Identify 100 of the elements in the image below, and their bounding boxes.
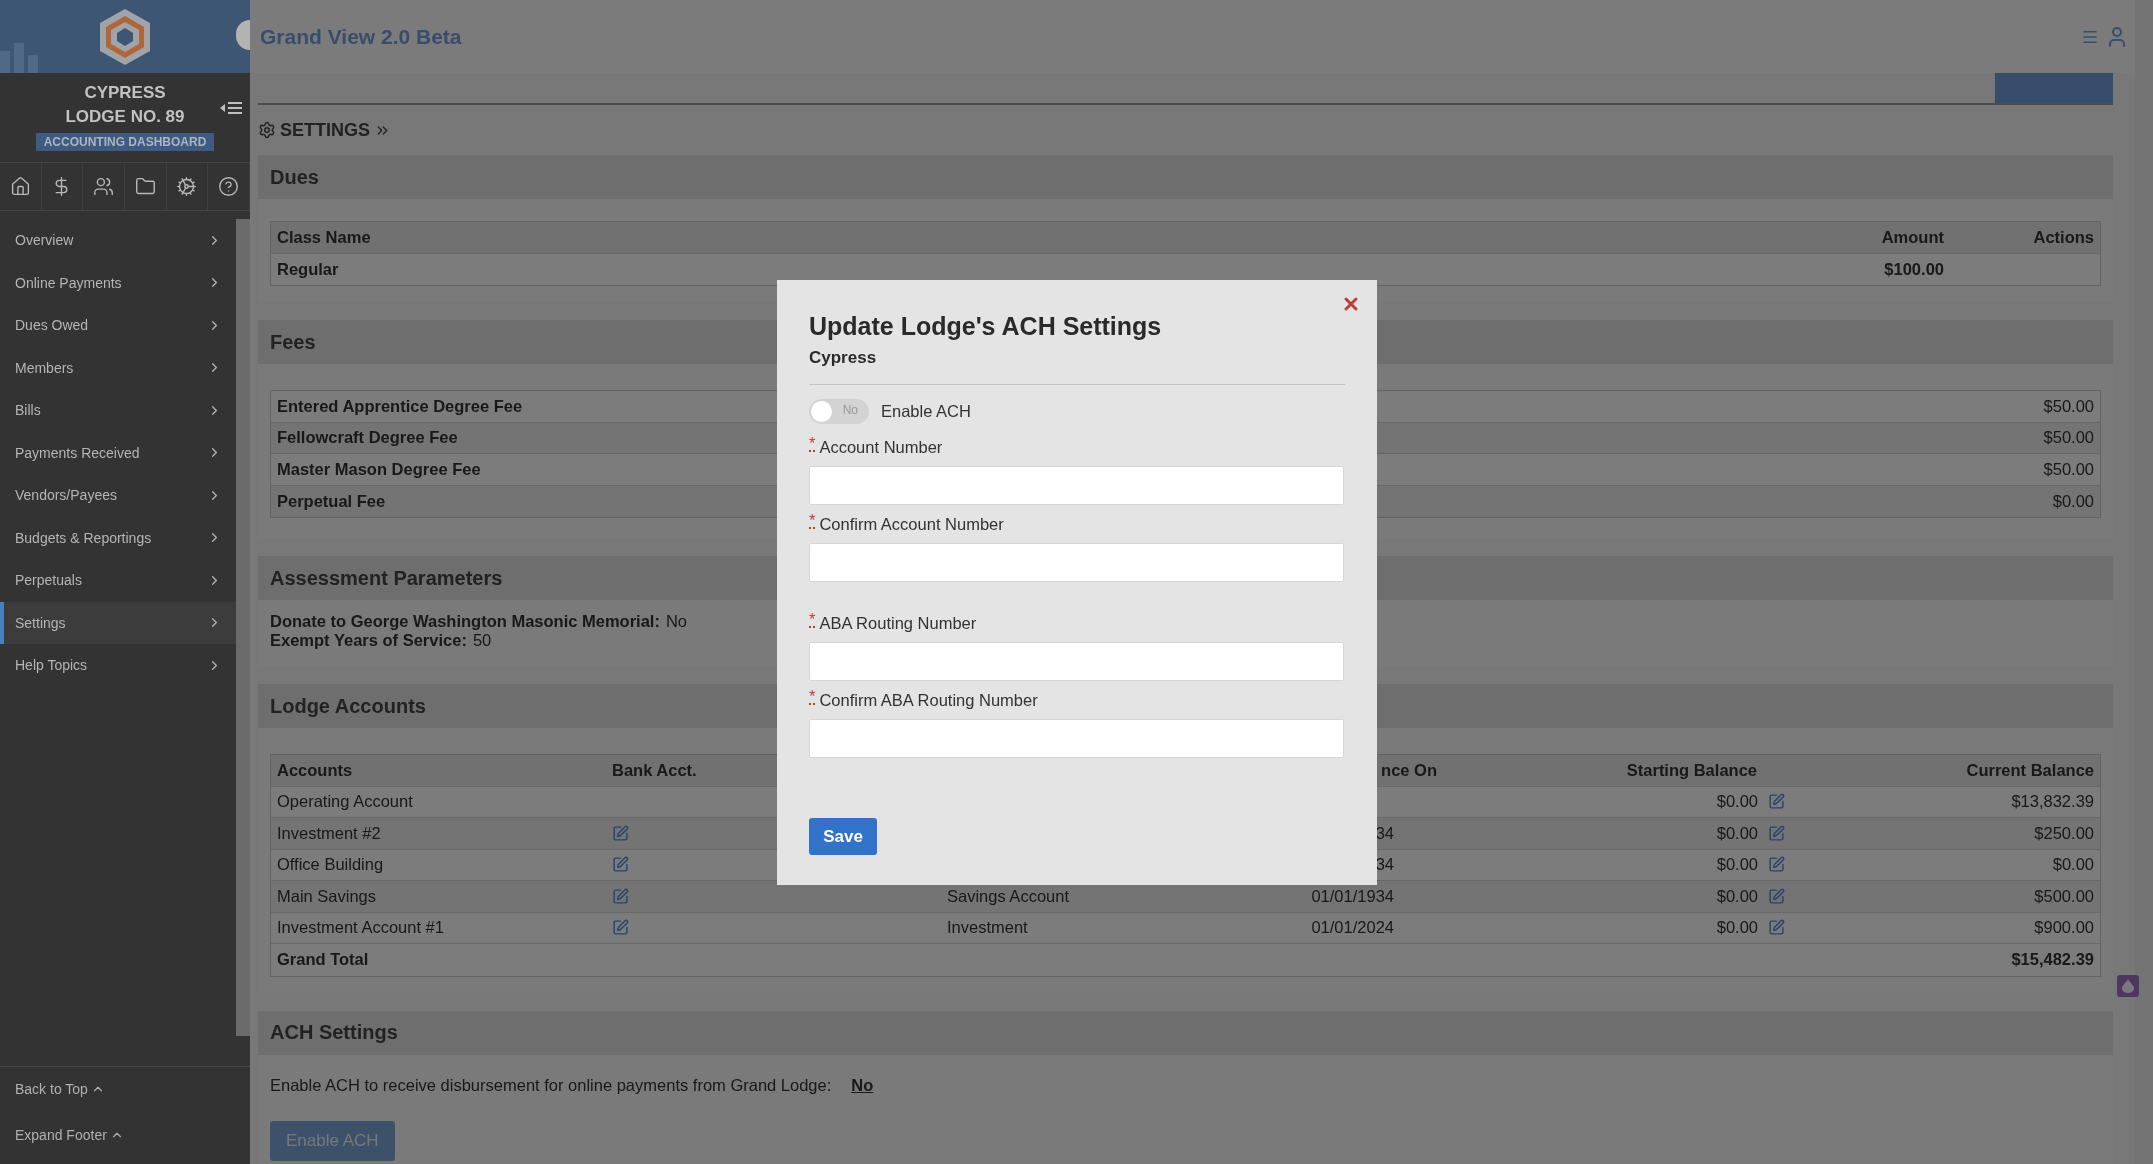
column-header: Current Balance	[1965, 760, 2095, 780]
table-cell-text: Investment	[946, 918, 1029, 938]
table-cell-text: $0.00	[2051, 491, 2095, 511]
section-title: Dues	[258, 155, 2113, 199]
column-header: Class Name	[276, 227, 372, 247]
gears-icon	[176, 176, 198, 197]
table-cell-text: Savings Account	[946, 886, 1070, 906]
nav-item[interactable]: Members	[0, 346, 236, 389]
table-cell-text: Regular	[276, 259, 340, 279]
required-mark: *	[809, 513, 816, 529]
field-value: No	[665, 612, 687, 631]
edit-icon[interactable]	[1768, 824, 1785, 842]
table-cell: $0.00	[1716, 792, 1758, 812]
table-cell-text: Investment Account #1	[276, 918, 445, 938]
field-label: ABA Routing Number	[819, 613, 977, 634]
nav-item[interactable]: Vendors/Payees	[0, 474, 236, 517]
chat-button[interactable]	[2117, 975, 2139, 997]
table-cell-text: Operating Account	[276, 792, 414, 812]
table-cell-text: Grand Total	[276, 950, 370, 970]
edit-icon[interactable]	[612, 919, 629, 937]
breadcrumb-text: SETTINGS	[280, 119, 370, 141]
table-cell-text: $900.00	[2033, 918, 2095, 938]
table-cell-text: Perpetual Fee	[276, 491, 387, 511]
column-header: Amount	[1880, 227, 1945, 247]
table-cell-text: $250.00	[2033, 823, 2095, 843]
input-field[interactable]	[809, 642, 1344, 681]
required-mark: *	[809, 689, 816, 705]
lodge-name: CYPRESS	[84, 82, 166, 104]
edit-icon[interactable]	[1768, 887, 1785, 905]
table-cell-text: Entered Apprentice Degree Fee	[276, 396, 524, 416]
field-label: Confirm Account Number	[819, 514, 1004, 535]
table-cell-text: Master Mason Degree Fee	[276, 459, 482, 479]
edit-icon[interactable]	[1768, 793, 1785, 811]
table-cell-text: Investment #2	[276, 823, 382, 843]
input-field[interactable]	[809, 543, 1344, 582]
folder-icon	[134, 176, 156, 197]
nav-item[interactable]: Settings	[0, 601, 236, 644]
table-cell-text: $15,482.39	[2010, 950, 2095, 970]
required-mark: *	[809, 436, 816, 452]
ach-status-link[interactable]: No	[851, 1075, 874, 1095]
logo-icon	[99, 7, 151, 66]
field-value: 50	[472, 631, 492, 650]
edit-icon[interactable]	[612, 887, 629, 905]
table-cell: $0.00	[1716, 886, 1758, 906]
edit-icon[interactable]	[612, 824, 629, 842]
footer-link[interactable]: Expand Footer	[15, 1127, 250, 1143]
column-header: Accounts	[276, 760, 354, 780]
home-icon	[9, 176, 31, 197]
table-cell-text: $50.00	[2042, 428, 2095, 448]
ach-description: Enable ACH to receive disbursement for online payments from Grand Lodge:	[270, 1074, 832, 1096]
nav-item[interactable]: Overview	[0, 219, 236, 262]
drop-icon	[2122, 979, 2134, 993]
section-title: ACH Settings	[258, 1010, 2113, 1055]
table-cell-text: 34	[1374, 823, 1395, 843]
nav-item[interactable]: Perpetuals	[0, 559, 236, 602]
nav-item[interactable]: Payments Received	[0, 431, 236, 474]
column-header: nce On	[1380, 760, 1438, 780]
people-icon	[93, 176, 115, 197]
nav-item[interactable]: Dues Owed	[0, 304, 236, 347]
table-cell-text: $100.00	[1883, 259, 1945, 279]
lodge-number: LODGE NO. 89	[65, 106, 185, 128]
table-cell-text: Main Savings	[276, 886, 378, 906]
nav-item[interactable]: Budgets & Reportings	[0, 516, 236, 559]
input-field[interactable]	[809, 466, 1344, 505]
field-label: Confirm ABA Routing Number	[819, 690, 1038, 711]
table-cell-text: Office Building	[276, 855, 385, 875]
column-header: Bank Acct.	[611, 760, 698, 780]
toggle-label: Enable ACH	[881, 402, 971, 421]
settings-icon	[258, 121, 276, 139]
table-cell-text: $13,832.39	[2010, 792, 2095, 812]
dashboard-badge: ACCOUNTING DASHBOARD	[35, 133, 215, 151]
table-cell-text: 34	[1374, 855, 1395, 875]
field-label: Donate to George Washington Masonic Memorial:	[270, 612, 660, 631]
table-cell-text: $500.00	[2033, 886, 2095, 906]
column-header: Starting Balance	[1625, 760, 1758, 780]
table-cell-text: $50.00	[2042, 396, 2095, 416]
table-cell-text: 01/01/2024	[1310, 918, 1395, 938]
table-cell-text: 01/01/1934	[1310, 886, 1395, 906]
edit-icon[interactable]	[612, 856, 629, 874]
nav-item[interactable]: Help Topics	[0, 644, 236, 687]
app-title: Grand View 2.0 Beta	[260, 24, 462, 49]
footer-link[interactable]: Back to Top	[15, 1081, 250, 1097]
nav-item[interactable]: Bills	[0, 389, 236, 432]
required-mark: *	[809, 612, 816, 628]
edit-icon[interactable]	[1768, 856, 1785, 874]
table-cell: $0.00	[1716, 918, 1758, 938]
field-label: Exempt Years of Service:	[270, 631, 467, 650]
table-cell: $0.00	[1716, 855, 1758, 875]
save-button[interactable]: Save	[809, 818, 877, 855]
table-cell-text: $50.00	[2042, 459, 2095, 479]
table-cell-text: $0.00	[2051, 855, 2095, 875]
nav-item[interactable]: Online Payments	[0, 261, 236, 304]
table-cell-text: Fellowcraft Degree Fee	[276, 428, 459, 448]
input-field[interactable]	[809, 719, 1344, 758]
sidebar-handle[interactable]	[236, 20, 250, 50]
table-cell: $0.00	[1716, 823, 1758, 843]
help-icon	[218, 176, 240, 197]
edit-icon[interactable]	[1768, 919, 1785, 937]
field-label: Account Number	[819, 437, 943, 458]
collapse-menu-icon[interactable]	[220, 101, 242, 115]
